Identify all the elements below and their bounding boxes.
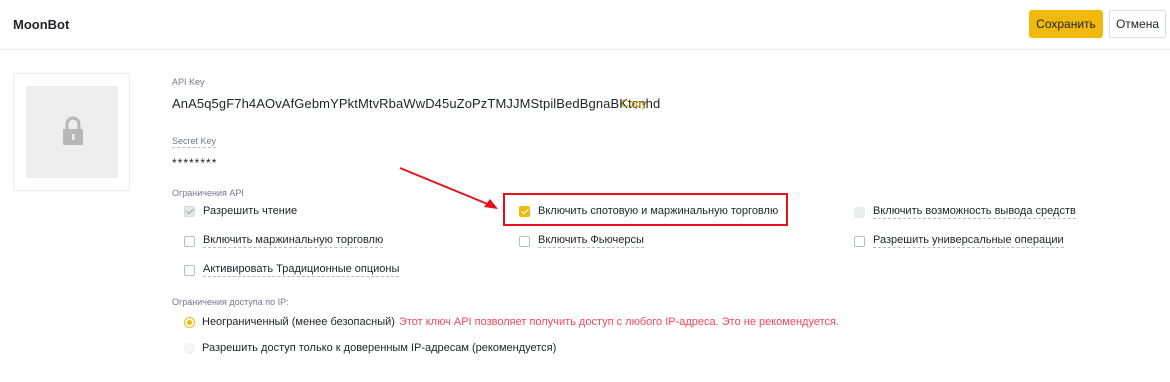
lock-icon: [63, 116, 83, 145]
checkbox-checked-icon: [184, 205, 195, 217]
page-title: MoonBot: [13, 17, 70, 32]
checkbox-label: Активировать Традиционные опционы: [203, 263, 400, 277]
checkbox-activate-options[interactable]: Активировать Традиционные опционы: [184, 263, 400, 277]
checkbox-permit-universal-transfer[interactable]: Разрешить универсальные операции: [854, 234, 1064, 248]
checkbox-label: Разрешить чтение: [203, 205, 298, 217]
ip-warning-text: Этот ключ API позволяет получить доступ …: [398, 316, 840, 328]
radio-selected-icon: [184, 316, 195, 328]
ip-restrictions-label: Ограничения доступа по IP:: [172, 297, 289, 307]
checkbox-label: Включить маржинальную торговлю: [203, 234, 384, 248]
secret-key-label: Secret Key: [172, 136, 217, 148]
radio-label: Неограниченный (менее безопасный): [202, 316, 395, 328]
api-key-label: API Key: [172, 77, 205, 87]
checkbox-label: Включить Фьючерсы: [538, 234, 644, 248]
checkbox-enable-withdrawals[interactable]: Включить возможность вывода средств: [854, 205, 1076, 219]
checkbox-unchecked-icon: [519, 235, 530, 247]
highlight-annotation-box: [503, 193, 788, 226]
checkbox-enable-futures[interactable]: Включить Фьючерсы: [519, 234, 644, 248]
save-button[interactable]: Сохранить: [1029, 10, 1103, 38]
radio-trusted-ip-only[interactable]: Разрешить доступ только к доверенным IP-…: [184, 342, 556, 354]
radio-unselected-icon: [184, 342, 195, 354]
checkbox-disabled-icon: [854, 206, 865, 218]
radio-unrestricted-ip[interactable]: Неограниченный (менее безопасный) Этот к…: [184, 316, 839, 328]
secret-key-value: ********: [172, 156, 218, 170]
radio-label: Разрешить доступ только к доверенным IP-…: [202, 342, 557, 354]
checkbox-label: Включить возможность вывода средств: [873, 205, 1076, 219]
checkbox-label: Разрешить универсальные операции: [873, 234, 1064, 248]
checkbox-unchecked-icon: [854, 235, 865, 247]
checkbox-unchecked-icon: [184, 235, 195, 247]
thumbnail-placeholder: [26, 86, 118, 178]
copy-button[interactable]: Copy: [621, 98, 647, 110]
checkbox-enable-reading[interactable]: Разрешить чтение: [184, 205, 297, 217]
cancel-button[interactable]: Отмена: [1109, 10, 1166, 38]
checkbox-enable-margin-trading[interactable]: Включить маржинальную торговлю: [184, 234, 384, 248]
api-key-value: AnA5q5gF7h4AOvAfGebmYPktMtvRbaWwD45uZoPz…: [172, 96, 661, 111]
header-bar: MoonBot Сохранить Отмена: [0, 0, 1170, 50]
checkbox-unchecked-icon: [184, 264, 195, 276]
api-key-thumbnail: [13, 73, 130, 191]
api-restrictions-label: Ограничения API: [172, 188, 244, 198]
